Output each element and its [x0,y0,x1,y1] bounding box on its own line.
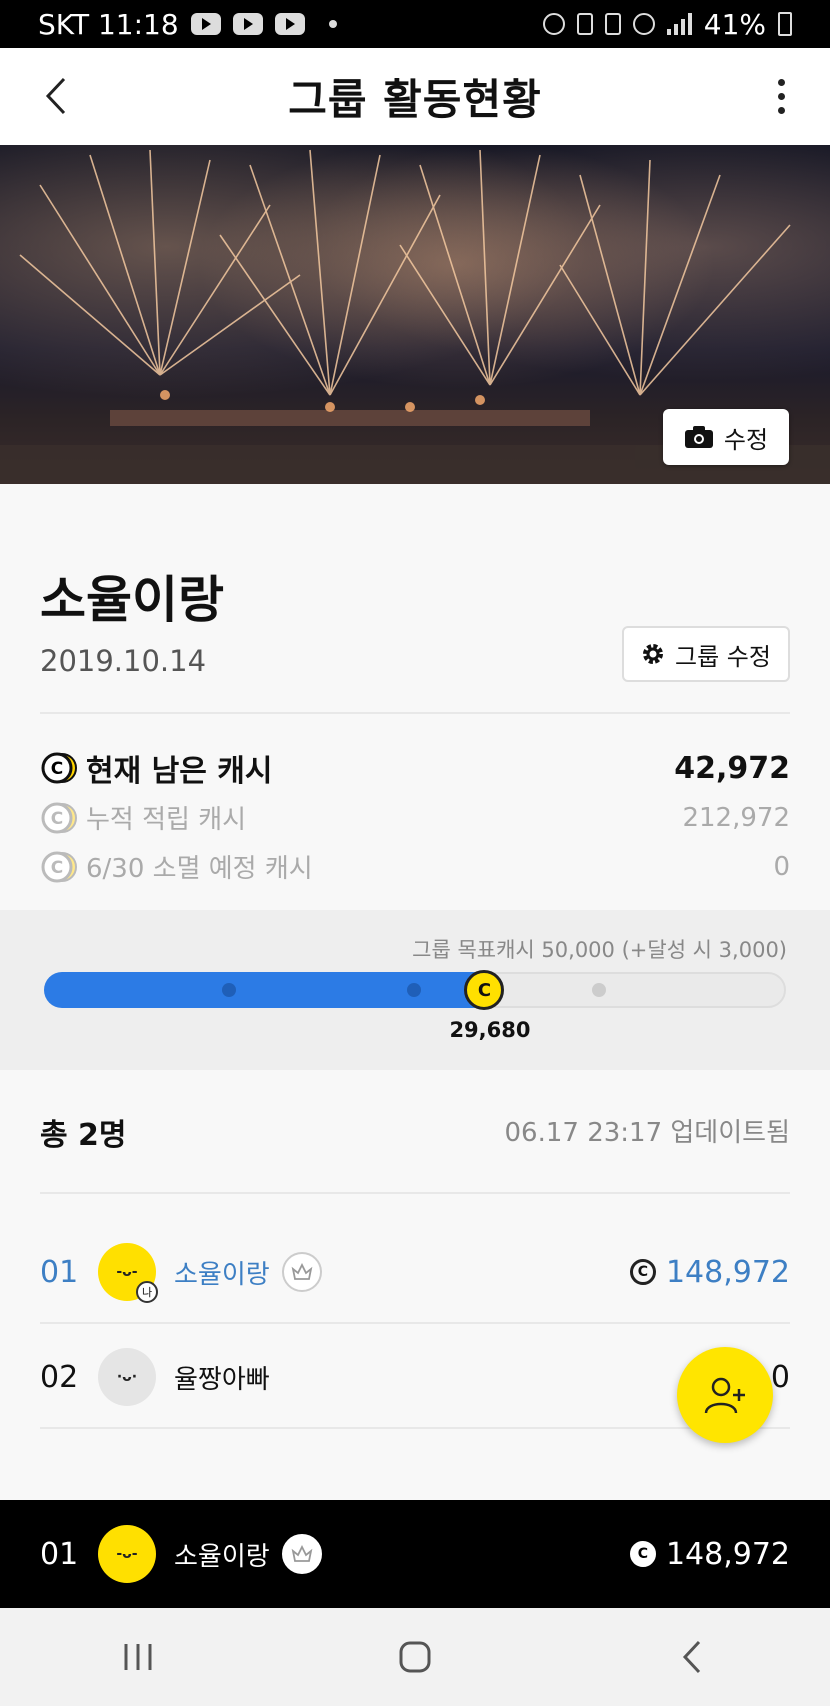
battery-percent: 41% [703,7,766,41]
add-user-icon [704,1377,745,1414]
current-cash-row: C 현재 남은 캐시 42,972 [40,746,790,790]
crown-icon [281,1252,322,1292]
recent-apps-icon [124,1644,152,1670]
member-name: 율짱아빠 [174,1364,270,1395]
home-button[interactable] [370,1627,460,1687]
member-cash: 0 [770,1359,790,1395]
member-rank: 02 [40,1359,79,1395]
group-edit-button[interactable]: 그룹 수정 [622,626,790,682]
status-time: SKT 11:18 [38,7,179,41]
group-name: 소율이랑 [40,571,224,629]
my-cash: 148,972 [665,1536,790,1572]
signal-icon [666,13,692,35]
me-badge: 나 [136,1281,158,1303]
face-icon: -ᴗ- [116,1264,138,1280]
updated-timestamp: 06.17 23:17 업데이트됨 [504,1118,791,1148]
wifi-icon [632,13,655,35]
mute-icon [576,13,593,35]
goal-current-value: 29,680 [449,1018,531,1042]
member-rank: 01 [40,1254,79,1290]
more-vertical-icon [777,78,785,86]
goal-milestone [222,983,236,997]
divider [40,712,790,714]
current-cash-value: 42,972 [674,750,790,786]
divider [40,1427,790,1429]
cash-coin-icon: C [629,1259,656,1285]
youtube-notification-icon [274,13,305,35]
my-rank: 01 [40,1536,79,1572]
my-rank-bar: 01 -ᴗ- 소율이랑 C 148,972 [0,1500,830,1608]
cover-edit-button[interactable]: 수정 [663,409,789,465]
goal-milestone [407,983,421,997]
back-button[interactable] [36,74,76,118]
cash-coin-icon: C [41,802,77,833]
member-row[interactable]: 01 -ᴗ- 나 소율이랑 C 148,972 [40,1220,790,1324]
divider [40,1322,790,1324]
goal-label: 그룹 목표캐시 50,000 (+달성 시 3,000) [412,938,787,962]
youtube-notification-icon [232,13,263,35]
crown-icon [281,1534,322,1574]
battery-icon [778,12,792,36]
system-nav-bar [0,1608,830,1706]
system-back-button[interactable] [647,1627,737,1687]
cover-edit-label: 수정 [723,425,769,454]
group-goal-section: 그룹 목표캐시 50,000 (+달성 시 3,000) C 29,680 [0,910,830,1070]
cash-coin-icon: C [41,851,77,882]
camera-icon [684,426,713,448]
group-date: 2019.10.14 [40,644,207,678]
my-name: 소율이랑 [174,1541,270,1572]
alarm-icon [542,13,565,35]
members-count: 총 2명 [40,1118,127,1153]
group-cover-image: 수정 [0,145,830,484]
more-options-button[interactable] [766,74,796,118]
divider [40,1192,790,1194]
avatar: -ᴗ- 나 [98,1243,158,1303]
svg-text:C: C [51,759,63,779]
gear-icon [643,644,664,664]
avatar: ·ᴗ· [98,1348,156,1406]
home-icon [399,1641,431,1673]
chevron-left-icon [45,77,66,115]
app-bar: 그룹 활동현황 [0,48,830,145]
accumulated-cash-row: C 누적 적립 캐시 212,972 [40,799,790,836]
recent-apps-button[interactable] [93,1627,183,1687]
more-notifications-icon [328,20,337,28]
youtube-notification-icon [190,13,221,35]
back-arrow-icon [682,1640,700,1674]
cash-coin-icon: C [41,752,77,784]
face-icon: -ᴗ- [116,1546,138,1562]
page-title: 그룹 활동현황 [288,75,542,124]
cash-coin-icon: C [629,1541,656,1567]
accumulated-cash-value: 212,972 [682,802,790,833]
invite-member-button[interactable] [677,1347,773,1443]
battery-saver-icon [604,13,621,35]
expiring-cash-value: 0 [773,851,790,882]
avatar: -ᴗ- [98,1525,156,1583]
face-icon: ·ᴗ· [116,1369,138,1385]
svg-text:C: C [51,809,63,829]
member-row[interactable]: 02 ·ᴗ· 율짱아빠 C 0 [40,1325,790,1429]
current-cash-label: 현재 남은 캐시 [86,754,273,789]
status-bar: SKT 11:18 41% [0,0,830,48]
member-name: 소율이랑 [174,1259,270,1290]
svg-text:C: C [51,858,63,878]
expiring-cash-row: C 6/30 소멸 예정 캐시 0 [40,848,790,885]
goal-milestone [592,983,606,997]
member-cash: 148,972 [665,1254,790,1290]
expiring-cash-label: 6/30 소멸 예정 캐시 [86,854,313,884]
accumulated-cash-label: 누적 적립 캐시 [86,805,247,835]
group-edit-label: 그룹 수정 [675,642,771,671]
